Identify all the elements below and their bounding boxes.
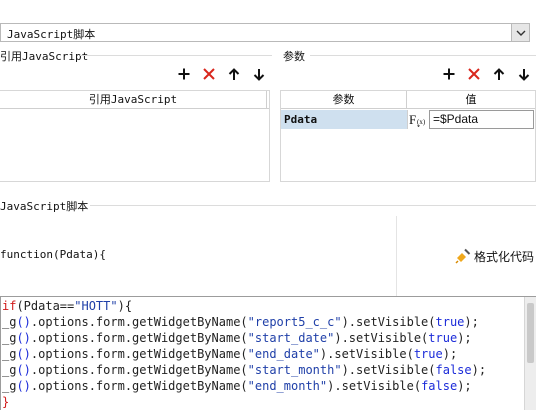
code-token: ).setVisible( [341,315,436,329]
code-token: .options.form.getWidgetByName( [30,363,248,377]
param-name-cell[interactable]: Pdata [281,110,407,129]
code-line: if(Pdata=="HOTT"){ [2,298,486,314]
code-line: _g().options.form.getWidgetByName("start… [2,330,486,346]
code-token: "start_date" [247,331,335,345]
column-header-reference[interactable]: 引用JavaScript [0,91,267,108]
references-table[interactable]: 引用JavaScript [0,90,270,182]
column-header-value[interactable]: 值 [407,91,535,108]
code-line: _g().options.form.getWidgetByName("end_m… [2,378,486,394]
reference-move-down-button[interactable] [251,66,267,82]
code-line: _g().options.form.getWidgetByName("start… [2,362,486,378]
code-token: .options.form.getWidgetByName( [30,331,248,345]
broom-icon [455,248,471,264]
params-table-header: 参数 值 [281,91,535,109]
script-type-select[interactable]: JavaScript脚本 [0,23,530,42]
param-value-input[interactable]: =$Pdata [429,110,534,129]
code-token: ); [457,379,472,393]
code-token: ).setVisible( [341,363,436,377]
references-table-header: 引用JavaScript [0,91,269,109]
arrow-down-icon [253,68,265,81]
code-token: false [435,363,472,377]
reference-add-button[interactable] [176,66,192,82]
script-title-divider [90,205,536,206]
function-signature-area: function(Pdata){ [0,216,397,296]
param-delete-button[interactable] [466,66,482,82]
code-token: _g [2,363,17,377]
params-table[interactable]: 参数 值 Pdata F (x) =$Pdata [280,90,536,182]
code-token: () [16,331,31,345]
arrow-down-icon [518,68,530,81]
code-line: _g().options.form.getWidgetByName("end_d… [2,346,486,362]
scrollbar-thumb[interactable] [527,303,534,363]
code-token: ).setVisible( [334,331,429,345]
params-title-divider [310,55,536,56]
column-header-param[interactable]: 参数 [281,91,407,108]
code-token: _g [2,347,17,361]
delete-x-icon [468,68,480,80]
reference-delete-button[interactable] [201,66,217,82]
code-line: _g().options.form.getWidgetByName("repor… [2,314,486,330]
params-title: 参数 [283,50,305,63]
add-icon [443,68,455,80]
code-editor[interactable]: if(Pdata=="HOTT"){_g().options.form.getW… [0,296,536,410]
reference-move-up-button[interactable] [226,66,242,82]
code-token: ); [442,347,458,361]
arrow-up-icon [493,67,505,80]
delete-x-icon [203,68,215,80]
script-type-selected-value: JavaScript脚本 [7,28,96,41]
references-title: 引用JavaScript [0,50,89,63]
code-token: _g [2,315,17,329]
formula-fx-icon: F (x) [409,112,426,127]
code-token: .options.form.getWidgetByName( [30,347,248,361]
references-title-divider [80,55,272,56]
fx-x-text: (x) [417,118,426,126]
code-token: "start_month" [247,363,342,377]
formula-button[interactable]: F (x) [407,110,429,129]
code-token: () [16,315,31,329]
dropdown-button[interactable] [511,24,529,41]
param-move-up-button[interactable] [491,66,507,82]
code-token: "report5_c_c" [247,315,342,329]
code-token: ); [464,315,479,329]
code-token: .options.form.getWidgetByName( [30,315,248,329]
code-lines: if(Pdata=="HOTT"){_g().options.form.getW… [2,298,486,410]
fx-f-text: F [409,112,416,127]
param-add-button[interactable] [441,66,457,82]
script-title: JavaScript脚本 [0,200,89,213]
code-token: "end_date" [247,347,320,361]
code-token: false [421,379,458,393]
add-icon [178,68,190,80]
function-signature: function(Pdata){ [0,248,106,261]
code-token: true [428,331,458,345]
vertical-scrollbar[interactable] [524,297,536,410]
code-token: () [16,363,31,377]
format-code-button[interactable]: 格式化代码 [455,247,534,265]
code-token: ); [457,331,472,345]
code-token: ){ [117,299,133,313]
code-token: "end_month" [247,379,328,393]
code-token: () [16,347,31,361]
code-token: (Pdata== [16,299,75,313]
code-token: _g [2,331,17,345]
code-token: true [435,315,465,329]
code-token: if [2,299,17,313]
code-token: "HOTT" [74,299,118,313]
code-token: _g [2,379,17,393]
code-token: () [16,379,31,393]
chevron-down-icon [516,30,525,36]
code-token: ).setVisible( [319,347,414,361]
code-line: } [2,394,486,410]
code-token: .options.form.getWidgetByName( [30,379,248,393]
arrow-up-icon [228,67,240,80]
format-code-label: 格式化代码 [474,249,535,264]
code-token: true [413,347,443,361]
param-move-down-button[interactable] [516,66,532,82]
code-token: ); [471,363,487,377]
code-token: ).setVisible( [327,379,422,393]
code-token: } [2,395,10,409]
